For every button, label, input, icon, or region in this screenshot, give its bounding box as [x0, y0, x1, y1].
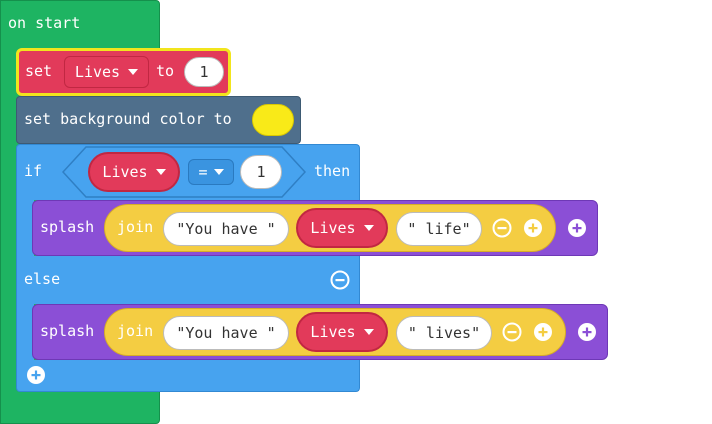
on-start-label: on start [8, 14, 81, 32]
variable-name: Lives [310, 323, 356, 341]
condition-variable-dropdown[interactable]: Lives [88, 152, 180, 192]
variable-dropdown[interactable]: Lives [64, 56, 149, 88]
variable-name: Lives [74, 63, 121, 81]
caret-down-icon [363, 225, 374, 231]
minus-icon[interactable] [502, 322, 522, 342]
minus-icon[interactable] [492, 218, 512, 238]
caret-down-icon [213, 169, 224, 175]
caret-down-icon [128, 69, 139, 75]
to-label: to [156, 62, 175, 80]
if-block-bottom [16, 360, 360, 392]
splash-label: splash [40, 322, 95, 340]
splash-label: splash [40, 218, 95, 236]
color-picker[interactable] [252, 104, 294, 136]
plus-icon[interactable] [577, 322, 597, 342]
value-input[interactable]: 1 [184, 57, 224, 87]
condition-variable-name: Lives [102, 163, 148, 181]
caret-down-icon [363, 329, 374, 335]
else-label: else [24, 270, 61, 288]
text-input[interactable]: "You have " [163, 212, 289, 246]
then-label: then [314, 162, 351, 180]
minus-icon[interactable] [330, 270, 350, 290]
operator-symbol: = [198, 163, 208, 181]
text-input[interactable]: " lives" [396, 316, 492, 350]
background-color-label: set background color to [24, 110, 232, 128]
else-section [16, 256, 360, 304]
text-input[interactable]: " life" [396, 212, 482, 246]
plus-icon[interactable] [567, 218, 587, 238]
plus-icon[interactable] [533, 322, 553, 342]
variable-name: Lives [310, 219, 356, 237]
plus-icon[interactable] [523, 218, 543, 238]
join-label: join [117, 322, 154, 340]
plus-icon[interactable] [26, 365, 46, 385]
caret-down-icon [155, 169, 166, 175]
variable-dropdown[interactable]: Lives [296, 208, 388, 248]
variable-dropdown[interactable]: Lives [296, 312, 388, 352]
condition-value-input[interactable]: 1 [240, 155, 282, 189]
if-label: if [24, 162, 43, 180]
text-input[interactable]: "You have " [163, 316, 289, 350]
join-label: join [117, 218, 154, 236]
operator-dropdown[interactable]: = [188, 159, 234, 185]
set-label: set [25, 62, 53, 80]
